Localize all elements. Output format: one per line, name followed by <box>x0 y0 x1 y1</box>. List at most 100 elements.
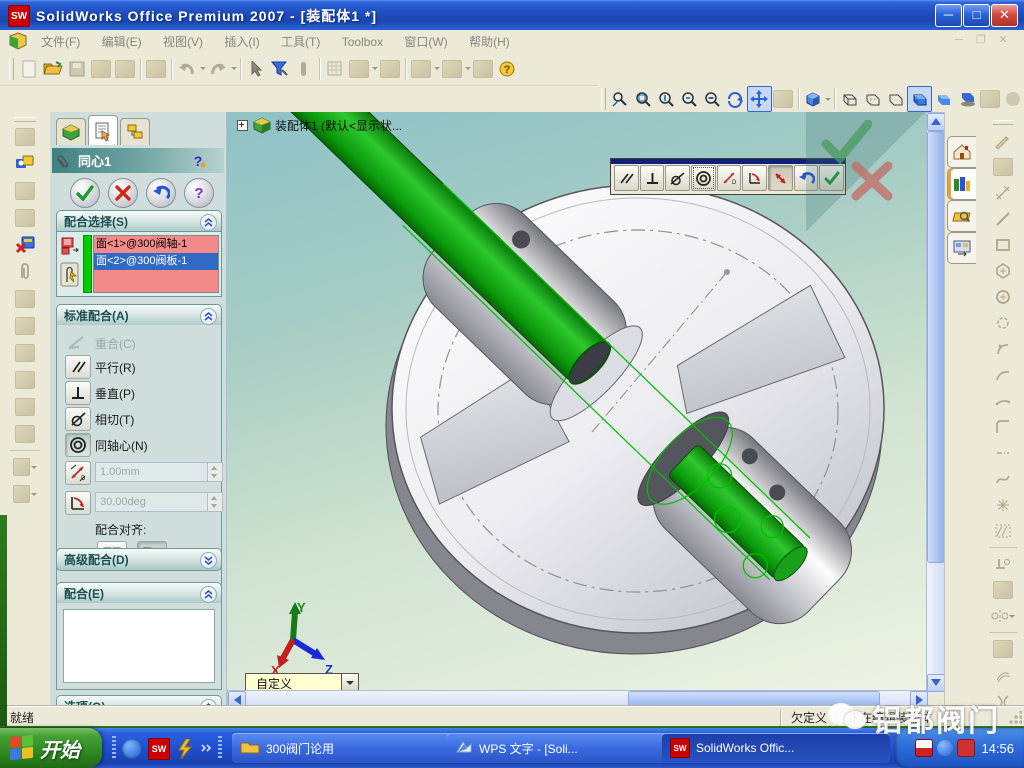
quicklaunch-grip[interactable] <box>112 736 116 760</box>
taskbar-wps-window[interactable]: WPS 文字 - [Soli... <box>447 733 668 763</box>
realview-icon[interactable] <box>1001 87 1024 111</box>
circle-icon[interactable] <box>991 285 1015 309</box>
menu-edit[interactable]: 编辑(E) <box>93 30 151 53</box>
point-icon[interactable] <box>991 493 1015 517</box>
orientation-combo[interactable]: 自定义 <box>245 673 359 690</box>
flashget-icon[interactable] <box>176 739 194 759</box>
doc-minimize-button[interactable]: ─ <box>950 33 968 49</box>
toolbar-grip[interactable] <box>9 58 14 80</box>
sketch-grid-icon[interactable] <box>323 57 347 81</box>
section-advanced-mates[interactable]: 高级配合(D) <box>56 548 222 571</box>
section-mates[interactable]: 配合(E) <box>56 582 222 604</box>
3d-sketch-icon[interactable] <box>991 155 1015 179</box>
change-suppression-icon[interactable] <box>13 233 37 257</box>
save-icon[interactable] <box>65 57 89 81</box>
magnet-icon[interactable] <box>292 57 316 81</box>
minimize-button[interactable]: ─ <box>935 4 962 27</box>
zoom-fit-icon[interactable] <box>609 87 632 111</box>
collapse-mates[interactable] <box>200 586 217 603</box>
hidden-lines-removed-icon[interactable] <box>884 87 907 111</box>
help-icon[interactable]: ? <box>495 57 519 81</box>
equations-icon[interactable] <box>347 57 371 81</box>
assembly-features-icon[interactable] <box>13 455 37 479</box>
hatch-icon[interactable] <box>991 519 1015 543</box>
shaded-icon[interactable] <box>932 87 955 111</box>
move-component-icon[interactable] <box>13 287 37 311</box>
zoom-selection-icon[interactable] <box>678 87 701 111</box>
section-standard-mates[interactable]: 标准配合(A) <box>56 304 222 326</box>
section-mate-selections[interactable]: 配合选择(S) <box>56 210 222 232</box>
tab-property-manager[interactable] <box>88 115 118 145</box>
tab-feature-manager[interactable] <box>56 118 86 145</box>
zoom-area-icon[interactable] <box>632 87 655 111</box>
concentric-label[interactable]: 同轴心(N) <box>95 437 148 454</box>
solidworks-quicklaunch-icon[interactable]: SW <box>148 738 170 760</box>
mate-selection-list[interactable]: 面<1>@300阀轴-1 面<2>@300阀板-1 <box>93 235 219 293</box>
swap-faces-icon[interactable] <box>60 236 80 258</box>
ctx-parallel-icon[interactable] <box>614 165 639 191</box>
quicklaunch-more-chevron[interactable] <box>200 743 212 755</box>
spline-icon[interactable] <box>991 467 1015 491</box>
collapse-standard-mates[interactable] <box>200 308 217 325</box>
ctx-concentric-icon[interactable] <box>691 165 716 191</box>
no-external-ref-icon[interactable] <box>13 206 37 230</box>
pan-icon[interactable] <box>747 86 772 112</box>
centerline-icon[interactable] <box>991 441 1015 465</box>
exploded-view-icon2[interactable] <box>13 368 37 392</box>
viewport-scroll-up[interactable] <box>927 113 945 131</box>
start-button[interactable]: 开始 <box>0 728 102 768</box>
angle-spinner[interactable] <box>207 492 223 512</box>
selection-filter-icon[interactable] <box>268 57 292 81</box>
tray-icon-1[interactable] <box>915 739 933 757</box>
hidden-lines-visible-icon[interactable] <box>861 87 884 111</box>
ie-icon[interactable] <box>122 739 142 759</box>
line-icon[interactable] <box>991 207 1015 231</box>
graphics-area[interactable]: 装配体1 (默认<显示状... D Y <box>227 112 926 690</box>
cancel-button[interactable] <box>108 178 138 208</box>
ctx-flip-alignment-icon[interactable] <box>768 165 793 191</box>
expand-advanced-mates[interactable] <box>200 552 217 569</box>
selection-item-1[interactable]: 面<1>@300阀轴-1 <box>94 236 218 253</box>
tab-design-library[interactable] <box>947 168 976 200</box>
tangent-mate-button[interactable] <box>65 407 91 431</box>
doc-restore-button[interactable]: ❐ <box>972 33 990 49</box>
viewport-vscrollbar[interactable] <box>926 112 946 692</box>
display-relations-icon[interactable] <box>991 578 1015 602</box>
angle-mate-button[interactable] <box>65 491 91 515</box>
pm-help-button[interactable]: ? <box>184 178 214 208</box>
ctx-tangent-icon[interactable] <box>665 165 690 191</box>
sketch-fillet-icon[interactable] <box>991 415 1015 439</box>
ctx-perpendicular-icon[interactable] <box>640 165 665 191</box>
multiple-mate-icon[interactable] <box>60 262 80 288</box>
sketch-icon[interactable] <box>991 129 1015 153</box>
tab-configuration-manager[interactable] <box>120 118 150 145</box>
options-icon[interactable] <box>471 57 495 81</box>
ok-button[interactable] <box>70 178 100 208</box>
view-orientation-icon[interactable] <box>801 87 824 111</box>
menu-insert[interactable]: 插入(I) <box>215 30 268 53</box>
tab-file-explorer[interactable] <box>947 200 976 232</box>
print-icon[interactable] <box>144 57 168 81</box>
tray-icon-3[interactable] <box>957 739 975 757</box>
assembly-toolbar-grip[interactable] <box>14 117 36 122</box>
ctx-distance-icon[interactable]: D <box>717 165 742 191</box>
interference-icon[interactable] <box>13 422 37 446</box>
rectangle-icon[interactable] <box>991 233 1015 257</box>
close-button[interactable]: ✕ <box>991 4 1018 27</box>
confirm-ok-icon[interactable] <box>820 120 872 164</box>
confirm-cancel-icon[interactable] <box>850 160 894 202</box>
mirror-entities-icon[interactable] <box>991 604 1015 628</box>
app-icon[interactable]: SW <box>8 5 30 27</box>
pm-help-icon[interactable]: ? <box>190 153 206 169</box>
distance-spinner[interactable] <box>207 462 223 482</box>
menu-window[interactable]: 窗口(W) <box>395 30 456 53</box>
select-icon[interactable] <box>244 57 268 81</box>
undo-icon[interactable] <box>175 57 199 81</box>
wireframe-icon[interactable] <box>838 87 861 111</box>
doc-close-button[interactable]: ✕ <box>994 33 1012 49</box>
tab-sw-resources[interactable] <box>947 136 976 168</box>
convert-entities-icon[interactable] <box>991 637 1015 661</box>
open-icon[interactable] <box>41 57 65 81</box>
simulation-icon[interactable] <box>13 482 37 506</box>
maximize-button[interactable]: □ <box>963 4 990 27</box>
